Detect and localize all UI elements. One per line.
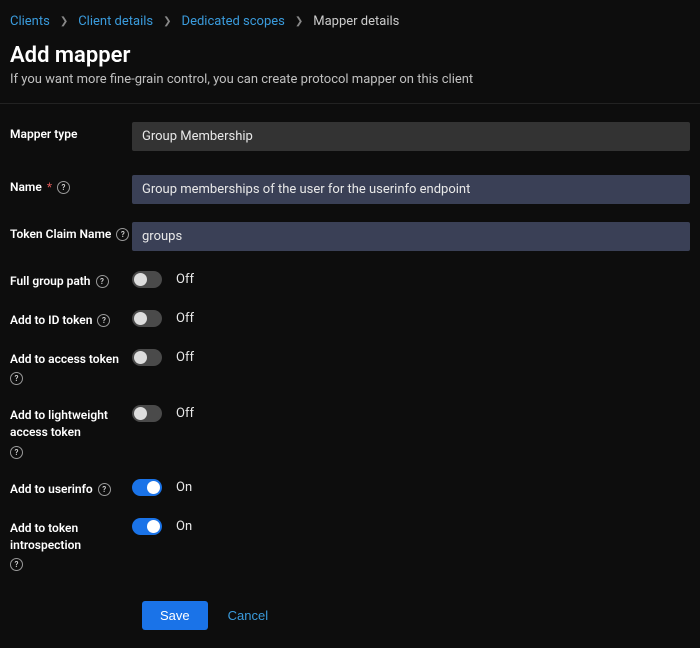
help-icon[interactable]: ?: [116, 228, 129, 241]
help-icon[interactable]: ?: [10, 558, 23, 571]
chevron-right-icon: ❯: [60, 16, 68, 27]
toggle-state-add-userinfo: On: [176, 480, 192, 495]
chevron-right-icon: ❯: [163, 16, 171, 27]
label-full-group-path: Full group path: [10, 273, 91, 290]
breadcrumb: Clients ❯ Client details ❯ Dedicated sco…: [0, 0, 700, 43]
toggle-state-add-introspection: On: [176, 519, 192, 534]
label-mapper-type: Mapper type: [10, 126, 77, 143]
help-icon[interactable]: ?: [98, 483, 111, 496]
token-claim-input[interactable]: [132, 222, 690, 251]
toggle-add-lightweight[interactable]: [132, 405, 162, 422]
row-full-group-path: Full group path ? Off: [10, 269, 690, 290]
help-icon[interactable]: ?: [10, 446, 23, 459]
row-add-userinfo: Add to userinfo ? On: [10, 477, 690, 498]
breadcrumb-client-details[interactable]: Client details: [78, 14, 153, 29]
toggle-add-id-token[interactable]: [132, 310, 162, 327]
save-button[interactable]: Save: [142, 601, 208, 630]
page-header: Add mapper If you want more fine-grain c…: [0, 43, 700, 104]
cancel-button[interactable]: Cancel: [228, 608, 268, 623]
label-add-access-token: Add to access token: [10, 351, 119, 368]
mapper-form: Mapper type Group Membership Name * ? To…: [0, 104, 700, 648]
row-add-id-token: Add to ID token ? Off: [10, 308, 690, 329]
label-add-introspection: Add to token introspection: [10, 520, 132, 554]
label-add-lightweight: Add to lightweight access token: [10, 407, 132, 441]
page-subtitle: If you want more fine-grain control, you…: [10, 72, 690, 87]
row-token-claim-name: Token Claim Name ?: [10, 222, 690, 251]
chevron-right-icon: ❯: [295, 16, 303, 27]
required-indicator: *: [47, 180, 52, 194]
row-add-introspection: Add to token introspection ? On: [10, 516, 690, 572]
label-token-claim-name: Token Claim Name: [10, 226, 111, 243]
toggle-state-add-lightweight: Off: [176, 406, 194, 421]
label-add-userinfo: Add to userinfo: [10, 481, 93, 498]
toggle-state-add-id-token: Off: [176, 311, 194, 326]
toggle-add-introspection[interactable]: [132, 518, 162, 535]
toggle-add-userinfo[interactable]: [132, 479, 162, 496]
row-mapper-type: Mapper type Group Membership: [10, 122, 690, 151]
toggle-state-full-group-path: Off: [176, 272, 194, 287]
page-title: Add mapper: [10, 43, 690, 68]
toggle-add-access-token[interactable]: [132, 349, 162, 366]
help-icon[interactable]: ?: [57, 181, 70, 194]
mapper-type-value: Group Membership: [132, 122, 690, 151]
label-add-id-token: Add to ID token: [10, 312, 92, 329]
row-name: Name * ?: [10, 175, 690, 204]
row-add-lightweight: Add to lightweight access token ? Off: [10, 403, 690, 459]
help-icon[interactable]: ?: [96, 275, 109, 288]
help-icon[interactable]: ?: [97, 314, 110, 327]
breadcrumb-clients[interactable]: Clients: [10, 14, 50, 29]
form-actions: Save Cancel: [10, 601, 690, 630]
label-name: Name: [10, 179, 42, 196]
toggle-full-group-path[interactable]: [132, 271, 162, 288]
name-input[interactable]: [132, 175, 690, 204]
row-add-access-token: Add to access token ? Off: [10, 347, 690, 386]
breadcrumb-dedicated-scopes[interactable]: Dedicated scopes: [182, 14, 285, 29]
toggle-state-add-access-token: Off: [176, 350, 194, 365]
help-icon[interactable]: ?: [10, 372, 23, 385]
breadcrumb-current: Mapper details: [313, 14, 399, 29]
